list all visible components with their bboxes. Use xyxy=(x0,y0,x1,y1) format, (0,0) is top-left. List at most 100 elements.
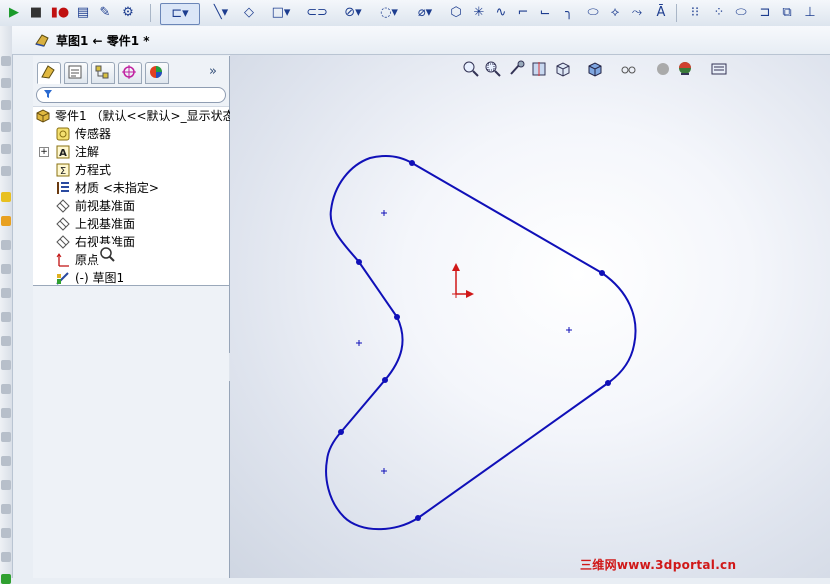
tab-display-manager[interactable] xyxy=(145,62,169,84)
strip-tool-icon[interactable] xyxy=(1,574,11,584)
stop-icon[interactable]: ■ xyxy=(28,3,44,23)
rectangle-icon[interactable]: ◇ xyxy=(240,3,258,23)
arc-center-marker[interactable] xyxy=(566,327,572,333)
tree-item-label: 注解 xyxy=(75,145,100,159)
strip-tool-icon[interactable] xyxy=(1,552,11,562)
strip-tool-icon[interactable] xyxy=(1,264,11,274)
sketch-origin-icon[interactable] xyxy=(452,263,474,298)
strip-tool-icon[interactable] xyxy=(1,240,11,250)
new-icon[interactable]: ▤ xyxy=(75,3,91,23)
tab-dimxpert-manager[interactable] xyxy=(118,62,142,84)
sketch-point[interactable] xyxy=(338,429,344,435)
graphics-area[interactable] xyxy=(230,55,830,578)
view-orientation-icon[interactable] xyxy=(554,60,572,78)
rebuild-icon[interactable]: ▶ xyxy=(6,3,22,23)
sketch-point[interactable] xyxy=(415,515,421,521)
strip-tool-icon[interactable] xyxy=(1,288,11,298)
feature-tree: 零件1 （默认<<默认>_显示状态 传感器 + A 注解 Σ 方程式 材质 <未… xyxy=(33,106,235,286)
convert-icon[interactable]: ⤳ xyxy=(628,3,646,23)
strip-tool-icon[interactable] xyxy=(1,192,11,202)
strip-tool-icon[interactable] xyxy=(1,216,11,226)
trim-icon[interactable]: ╮ xyxy=(560,3,578,23)
line-icon[interactable]: ╲▾ xyxy=(206,3,236,23)
offset-icon[interactable]: ⟡ xyxy=(606,3,624,23)
strip-tool-icon[interactable] xyxy=(1,384,11,394)
sketch-point[interactable] xyxy=(409,160,415,166)
point-icon[interactable]: ✳ xyxy=(470,3,488,23)
display-style-icon[interactable] xyxy=(586,60,604,78)
arc-center-marker[interactable] xyxy=(381,468,387,474)
tree-item-label: 前视基准面 xyxy=(75,199,136,213)
dimxpert-icon xyxy=(122,65,136,79)
strip-tool-icon[interactable] xyxy=(1,528,11,538)
sketch-point[interactable] xyxy=(356,259,362,265)
strip-tool-icon[interactable] xyxy=(1,504,11,514)
arc-center-marker[interactable] xyxy=(381,210,387,216)
apply-scene-icon[interactable] xyxy=(676,60,694,78)
section-view-icon[interactable] xyxy=(530,60,548,78)
spline-icon[interactable]: ∿ xyxy=(492,3,510,23)
previous-view-icon[interactable] xyxy=(508,60,526,78)
strip-tool-icon[interactable] xyxy=(1,456,11,466)
strip-tool-icon[interactable] xyxy=(1,336,11,346)
polygon-icon[interactable]: ⬡ xyxy=(447,3,465,23)
sketch-point[interactable] xyxy=(394,314,400,320)
strip-tool-icon[interactable] xyxy=(1,56,11,66)
tab-property-manager[interactable] xyxy=(64,62,88,84)
strip-tool-icon[interactable] xyxy=(1,144,11,154)
spline-icon[interactable]: ⌀▾ xyxy=(410,3,440,23)
material-icon xyxy=(57,182,69,194)
circle-icon[interactable]: ⊘▾ xyxy=(338,3,368,23)
circular-pattern-icon[interactable]: ⁘ xyxy=(710,3,728,23)
sketch-point[interactable] xyxy=(599,270,605,276)
sketch-point[interactable] xyxy=(605,380,611,386)
view-settings-icon[interactable] xyxy=(710,60,728,78)
arc-icon[interactable]: ◌▾ xyxy=(374,3,404,23)
more-tabs-button[interactable]: » xyxy=(209,64,217,79)
zoom-area-icon[interactable] xyxy=(484,60,502,78)
tree-filter-input[interactable] xyxy=(36,87,226,103)
ellipse-icon[interactable]: ⬭ xyxy=(732,3,750,23)
edit-icon[interactable]: ✎ xyxy=(97,3,113,23)
strip-tool-icon[interactable] xyxy=(1,312,11,322)
zoom-fit-icon[interactable] xyxy=(462,60,480,78)
edit-appearance-icon[interactable] xyxy=(654,60,672,78)
sketch-part-icon xyxy=(35,34,49,47)
strip-tool-icon[interactable] xyxy=(1,122,11,132)
feature-manager-panel: » 零件1 （默认<<默认>_显示状态 传感器 + A 注解 Σ 方程式 材质 … xyxy=(33,56,235,578)
strip-tool-icon[interactable] xyxy=(1,408,11,418)
pattern-icon[interactable]: ⁝⁝ xyxy=(686,3,704,23)
record-icon[interactable]: ▮● xyxy=(50,3,70,23)
move-icon[interactable]: ⊥ xyxy=(800,3,820,23)
toolbar-separator xyxy=(150,4,151,22)
chamfer-icon[interactable]: ⌙ xyxy=(536,3,554,23)
strip-tool-icon[interactable] xyxy=(1,100,11,110)
sketch-profile[interactable] xyxy=(325,154,637,531)
slot-icon[interactable]: ⊂⊃ xyxy=(302,3,332,23)
equation-icon: Σ xyxy=(56,163,70,177)
display-manager-icon xyxy=(150,66,162,78)
rectangle-icon[interactable]: □▾ xyxy=(266,3,296,23)
feature-manager-icon xyxy=(41,65,55,79)
part-icon xyxy=(36,109,50,123)
strip-tool-icon[interactable] xyxy=(1,432,11,442)
tab-configuration-manager[interactable] xyxy=(91,62,115,84)
tab-feature-manager[interactable] xyxy=(37,62,61,84)
sketch-icon[interactable]: ⊏▾ xyxy=(160,3,200,25)
strip-tool-icon[interactable] xyxy=(1,360,11,370)
text-icon[interactable]: Ā xyxy=(652,3,670,23)
extend-icon[interactable]: ⊐ xyxy=(756,3,774,23)
sketch-canvas[interactable] xyxy=(230,55,830,578)
strip-tool-icon[interactable] xyxy=(1,166,11,176)
strip-tool-icon[interactable] xyxy=(1,480,11,490)
sketch-point[interactable] xyxy=(382,377,388,383)
strip-tool-icon[interactable] xyxy=(1,78,11,88)
ellipse-icon[interactable]: ⬭ xyxy=(584,3,602,23)
fillet-icon[interactable]: ⌐ xyxy=(514,3,532,23)
tree-item-label: 传感器 xyxy=(75,127,112,141)
expand-icon[interactable]: + xyxy=(39,147,49,157)
hide-show-icon[interactable] xyxy=(620,60,638,78)
arc-center-marker[interactable] xyxy=(356,340,362,346)
mirror-icon[interactable]: ⧉ xyxy=(778,3,796,23)
options-icon[interactable]: ⚙ xyxy=(119,3,137,23)
